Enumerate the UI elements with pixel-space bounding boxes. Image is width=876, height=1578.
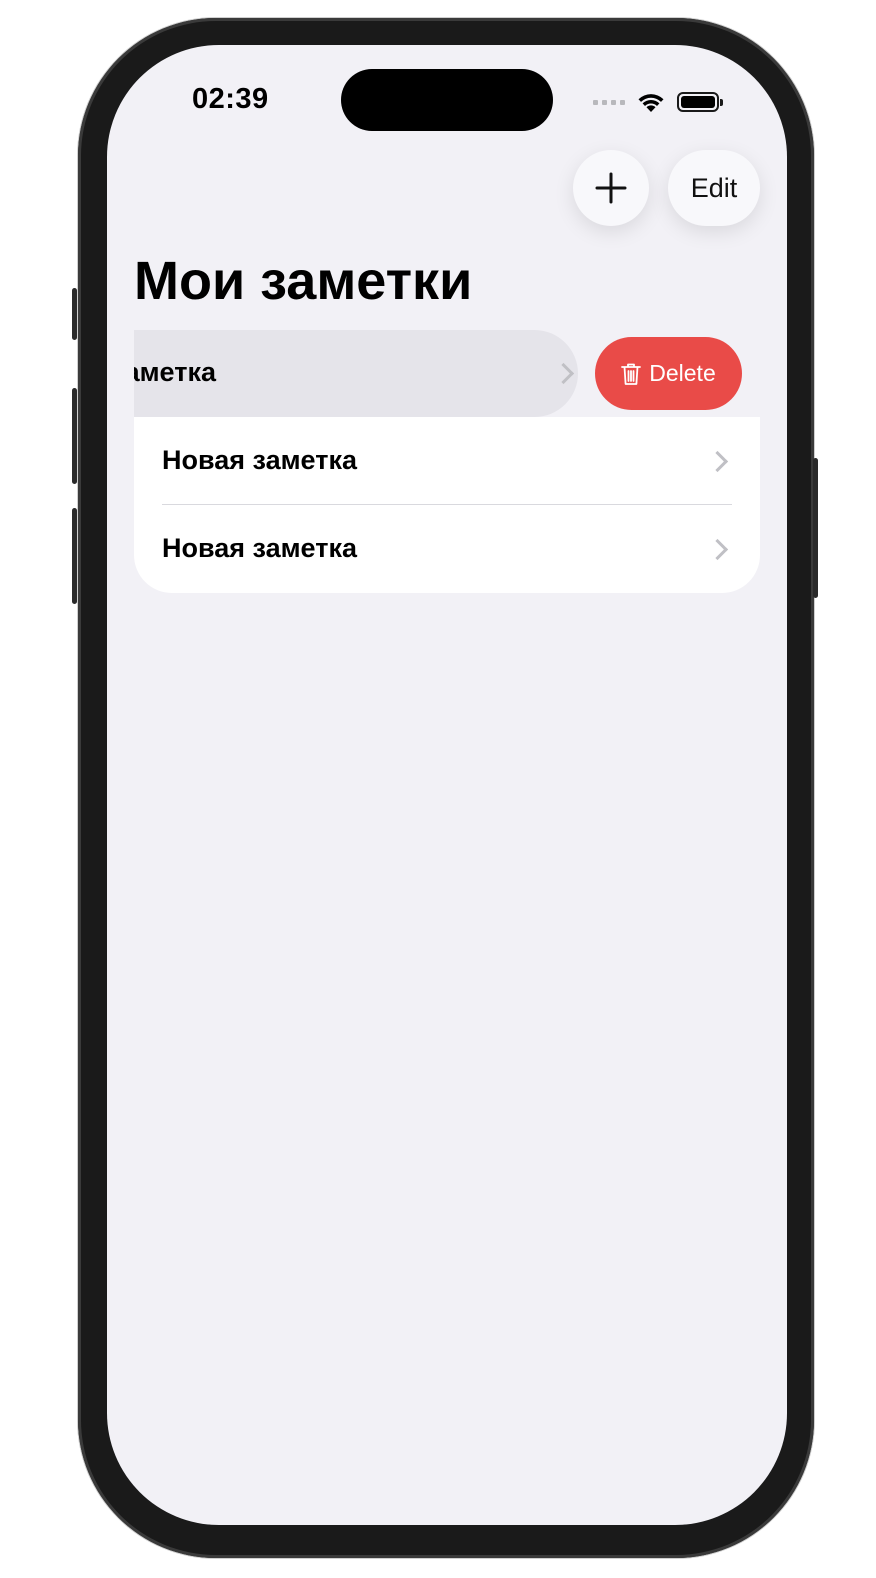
delete-label: Delete xyxy=(649,360,716,386)
power-button xyxy=(813,458,818,598)
page-title: Мои заметки xyxy=(134,251,473,311)
cellular-signal-icon xyxy=(593,99,625,105)
delete-button[interactable]: Delete xyxy=(595,337,742,410)
dynamic-island xyxy=(341,69,553,131)
status-time: 02:39 xyxy=(192,83,269,115)
chevron-right-icon xyxy=(552,362,575,385)
notes-list: Новая заметка Новая заметка xyxy=(134,417,760,593)
list-item-label: Новая заметка xyxy=(134,357,216,387)
list-item-label: Новая заметка xyxy=(162,445,357,475)
chevron-right-icon xyxy=(706,538,729,561)
chevron-right-icon xyxy=(706,450,729,473)
wifi-icon xyxy=(638,94,664,112)
status-icons xyxy=(593,89,723,115)
list-item-swiped[interactable]: Новая заметка xyxy=(134,330,578,417)
list-item-label: Новая заметка xyxy=(162,533,357,563)
screen: 02:39 Edit Мои заметки Новая заметка Del… xyxy=(107,45,787,1525)
trash-icon xyxy=(621,363,642,385)
add-note-button[interactable] xyxy=(573,150,649,226)
battery-icon xyxy=(677,92,723,112)
plus-icon xyxy=(595,172,627,204)
volume-down-button xyxy=(72,508,77,604)
volume-up-button xyxy=(72,388,77,484)
action-button xyxy=(72,288,77,340)
edit-button[interactable]: Edit xyxy=(668,150,760,226)
list-item[interactable]: Новая заметка xyxy=(134,417,760,505)
list-item[interactable]: Новая заметка xyxy=(134,505,760,593)
